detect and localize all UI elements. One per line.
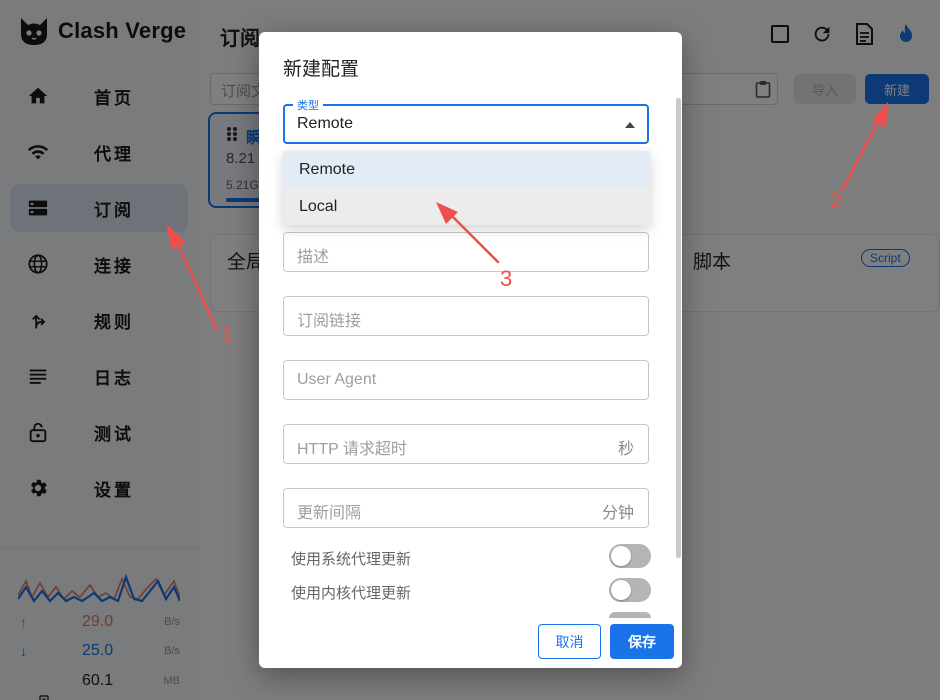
annotation-step-1: 1 (221, 322, 234, 347)
dialog-scrollbar[interactable] (676, 98, 681, 558)
annotation-step-2: 2 (830, 188, 843, 213)
type-value: Remote (297, 115, 354, 132)
interval-unit: 分钟 (601, 505, 634, 522)
system-proxy-toggle[interactable] (609, 544, 651, 568)
timeout-unit: 秒 (617, 441, 634, 458)
system-proxy-toggle-row: 使用系统代理更新 (291, 544, 651, 570)
new-profile-dialog: 新建配置 类型 Remote 描述 订阅链接 User Agent HTTP 请… (259, 32, 682, 668)
core-proxy-toggle-row: 使用内核代理更新 (291, 578, 651, 604)
update-interval-field[interactable]: 更新间隔 分钟 (283, 488, 649, 528)
dialog-title: 新建配置 (283, 59, 360, 80)
annotation-step-3: 3 (500, 266, 513, 291)
http-timeout-field[interactable]: HTTP 请求超时 秒 (283, 424, 649, 464)
partial-toggle[interactable] (609, 612, 651, 618)
toggle-knob (611, 546, 631, 566)
subscription-url-field[interactable]: 订阅链接 (283, 296, 649, 336)
description-field[interactable]: 描述 (283, 232, 649, 272)
caret-up-icon (625, 122, 635, 128)
system-proxy-label: 使用系统代理更新 (291, 551, 412, 568)
type-option-local[interactable]: Local (283, 188, 650, 225)
type-select[interactable]: 类型 Remote (283, 97, 649, 144)
user-agent-field[interactable]: User Agent (283, 360, 649, 400)
core-proxy-label: 使用内核代理更新 (291, 585, 412, 602)
cancel-button[interactable]: 取消 (538, 624, 601, 659)
type-option-remote[interactable]: Remote (283, 151, 650, 188)
save-button[interactable]: 保存 (610, 624, 674, 659)
type-label: 类型 (293, 97, 323, 113)
type-dropdown-menu: Remote Local (283, 151, 650, 225)
toggle-knob (611, 580, 631, 600)
core-proxy-toggle[interactable] (609, 578, 651, 602)
